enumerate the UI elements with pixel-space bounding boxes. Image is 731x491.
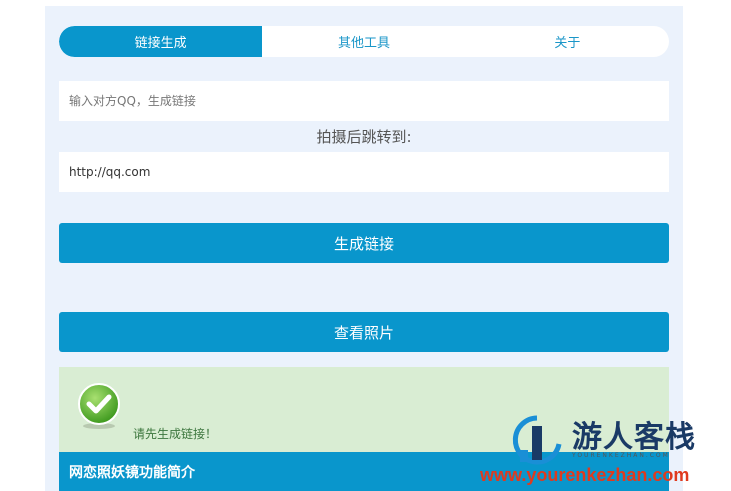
intro-title: 网恋照妖镜功能简介 <box>69 465 195 481</box>
check-circle-icon <box>78 383 120 429</box>
watermark-url: www.yourenkezhan.com <box>480 465 690 485</box>
notice-text: 请先生成链接！ <box>133 427 218 441</box>
tab-link-generate[interactable]: 链接生成 <box>59 26 263 57</box>
generate-link-button[interactable]: 生成链接 <box>59 223 669 263</box>
watermark: 游人客栈 YOURENKEZHAN.COM www.yourenkezhan.c… <box>480 408 731 491</box>
watermark-subtitle: YOURENKEZHAN.COM <box>572 452 670 459</box>
watermark-title: 游人客栈 <box>572 420 696 455</box>
tab-other-tools[interactable]: 其他工具 <box>262 26 465 57</box>
redirect-url-input[interactable] <box>59 152 669 192</box>
tab-about[interactable]: 关于 <box>466 26 669 57</box>
tab-bar: 链接生成 其他工具 关于 <box>59 26 669 57</box>
qq-input[interactable] <box>59 81 669 121</box>
redirect-label: 拍摄后跳转到: <box>316 128 412 146</box>
view-photos-button[interactable]: 查看照片 <box>59 312 669 352</box>
